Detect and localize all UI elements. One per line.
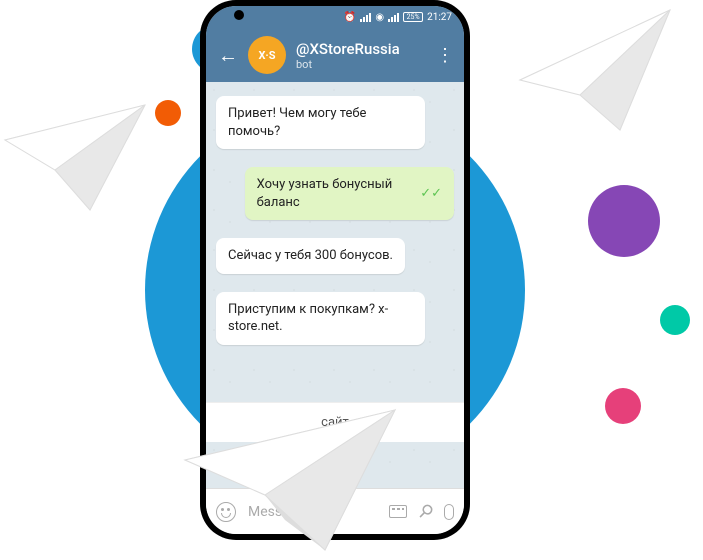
- read-checks-icon: ✓✓: [420, 185, 442, 203]
- more-icon[interactable]: ⋮: [436, 45, 452, 66]
- bg-circle-pink: [605, 388, 641, 424]
- attach-icon[interactable]: ⚲: [413, 499, 437, 523]
- paper-plane-top-right: [510, 0, 680, 140]
- header-title-block[interactable]: @XStoreRussia bot: [296, 40, 426, 71]
- chat-header: ← X·S @XStoreRussia bot ⋮: [206, 28, 464, 82]
- status-bar: ⏰ ◉ 25% 21:27: [206, 6, 464, 28]
- bg-circle-teal: [660, 305, 690, 335]
- paper-plane-left: [0, 100, 150, 220]
- clock: 21:27: [427, 12, 452, 23]
- signal-icon-2: [388, 13, 399, 22]
- bg-circle-purple: [588, 185, 660, 257]
- bg-circle-orange: [155, 100, 181, 126]
- message-incoming[interactable]: Привет! Чем могу тебе помочь?: [216, 96, 425, 149]
- bot-status: bot: [296, 58, 426, 71]
- bot-avatar[interactable]: X·S: [248, 36, 286, 74]
- alarm-icon: ⏰: [344, 12, 356, 23]
- paper-plane-bottom: [175, 400, 405, 560]
- camera-punch-hole: [234, 10, 244, 20]
- message-incoming[interactable]: Сейчас у тебя 300 бонусов.: [216, 238, 405, 274]
- battery-indicator: 25%: [403, 12, 423, 22]
- message-incoming[interactable]: Приступим к покупкам? x-store.net.: [216, 292, 425, 345]
- signal-icon: [360, 13, 371, 22]
- back-icon[interactable]: ←: [218, 43, 238, 68]
- bot-name: @XStoreRussia: [296, 40, 426, 58]
- mic-icon[interactable]: [444, 504, 454, 520]
- message-text: Хочу узнать бонусный баланс: [257, 176, 415, 211]
- wifi-icon: ◉: [375, 12, 384, 23]
- message-outgoing[interactable]: Хочу узнать бонусный баланс ✓✓: [245, 167, 454, 220]
